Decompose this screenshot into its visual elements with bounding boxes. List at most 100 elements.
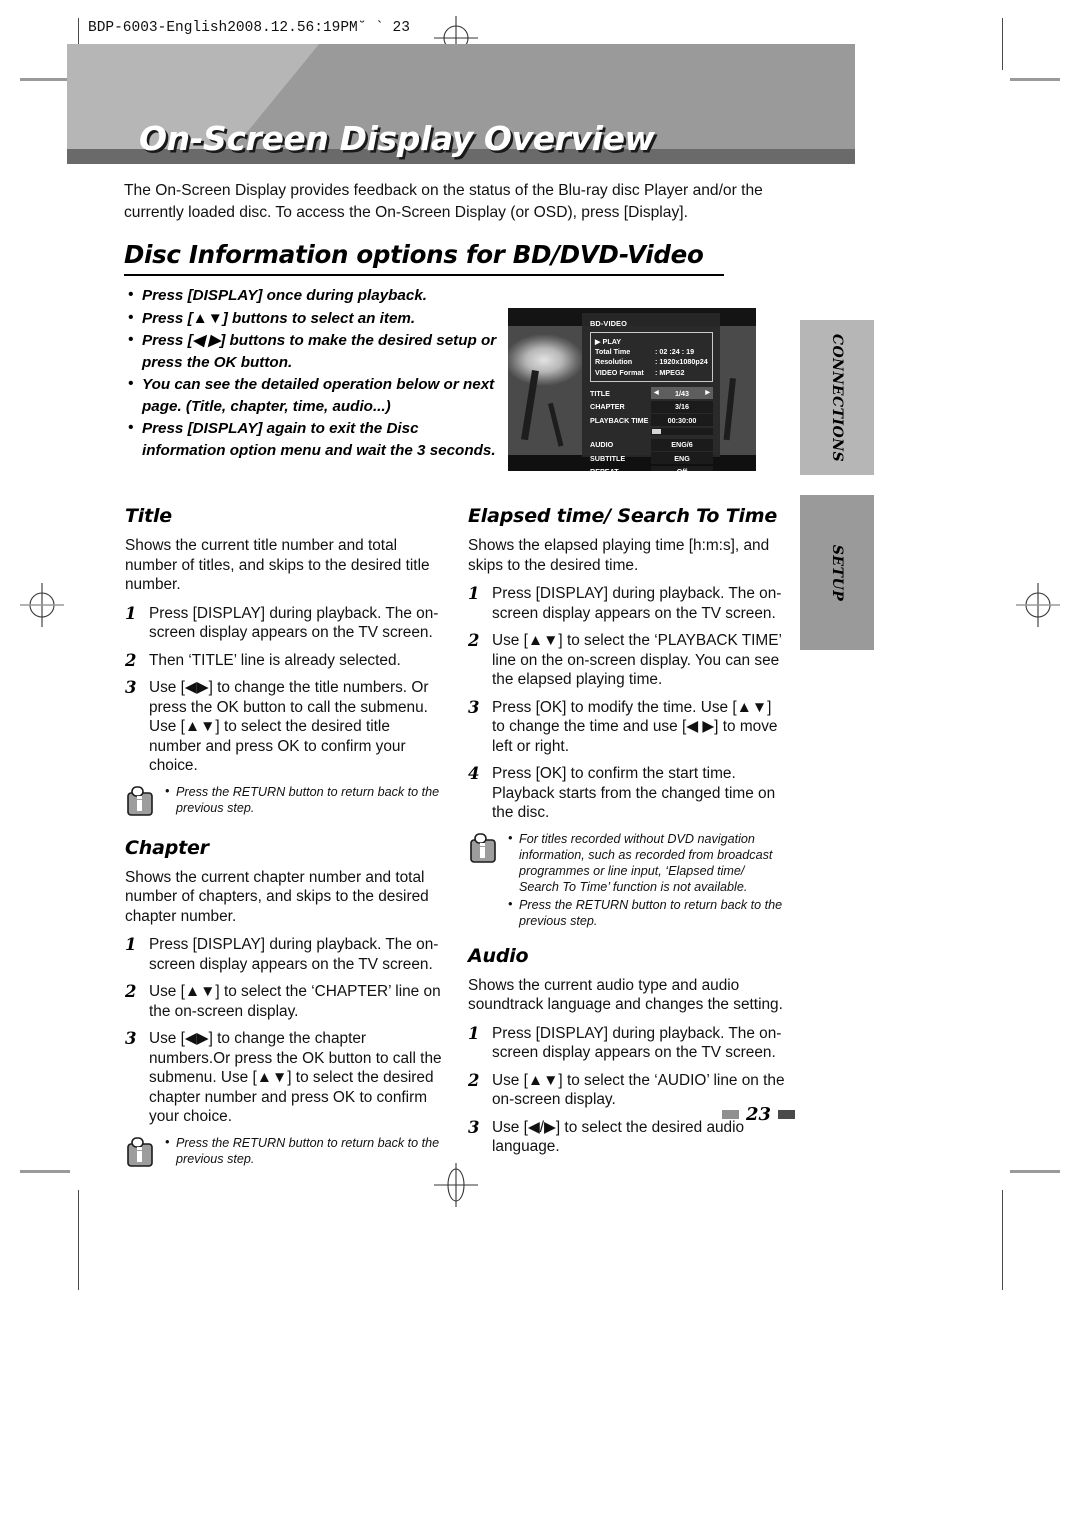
note-bullet: Press the RETURN button to return back t…: [508, 896, 786, 929]
title-section-description: Shows the current title number and total…: [125, 537, 430, 593]
step-number: 2: [125, 650, 137, 670]
title-section-heading: Title: [125, 505, 172, 527]
page-number: 23: [746, 1104, 772, 1125]
elapsed-section-steps: 1 Press [DISPLAY] during playback. The o…: [468, 584, 786, 823]
footer-square-right: [778, 1110, 796, 1119]
osd-row-label: SUBTITLE: [590, 453, 626, 463]
title-section-note: Press the RETURN button to return back t…: [125, 783, 443, 823]
osd-row-audio[interactable]: AUDIO ENG/6: [590, 438, 713, 451]
step-item: 1 Press [DISPLAY] during playback. The o…: [125, 935, 443, 974]
osd-screenshot-figure: BD-VIDEO ▶ PLAY Total Time : 02 :24 : 19…: [507, 307, 757, 472]
osd-play-status: ▶ PLAY: [595, 336, 622, 346]
osd-row-value-field[interactable]: ◀ 1/43 ▶: [651, 387, 713, 399]
arrow-right-icon[interactable]: ▶: [705, 388, 710, 399]
step-number: 4: [468, 764, 480, 783]
page-title: On-Screen Display Overview: [139, 119, 655, 158]
section-title: Disc Information options for BD/DVD-Vide…: [124, 240, 724, 276]
right-content-column: Elapsed time/ Search To Time Shows the e…: [468, 505, 786, 1165]
audio-section-steps: 1 Press [DISPLAY] during playback. The o…: [468, 1024, 786, 1157]
osd-info-box: ▶ PLAY Total Time : 02 :24 : 19 Resoluti…: [590, 332, 713, 382]
osd-progress-bar[interactable]: [651, 427, 713, 435]
osd-row-playback-time[interactable]: PLAYBACK TIME 00:30:00: [590, 414, 713, 426]
crop-mark-bottom-left-v: [78, 1190, 79, 1290]
osd-info-value: : 02 :24 : 19: [655, 346, 695, 356]
osd-row-value[interactable]: 00:30:00: [651, 414, 713, 426]
osd-row-label: TITLE: [590, 388, 610, 398]
osd-row-value[interactable]: ENG/6: [651, 438, 713, 451]
audio-section-heading: Audio: [468, 944, 529, 967]
crop-mark-top-left-h: [20, 78, 70, 81]
osd-row-label: PLAYBACK TIME: [590, 415, 649, 425]
step-number: 1: [468, 1023, 480, 1043]
step-number: 2: [468, 631, 480, 650]
osd-row-value[interactable]: ENG: [651, 452, 713, 464]
side-tab-connections: CONNECTIONS: [800, 320, 874, 475]
step-text: Press [OK] to confirm the start time. Pl…: [492, 765, 776, 821]
osd-row-repeat[interactable]: REPEAT Off: [590, 465, 713, 472]
page-footer: 23: [722, 1104, 796, 1125]
left-content-column: Title Shows the current title number and…: [125, 505, 443, 1188]
osd-progress-thumb[interactable]: [652, 428, 661, 434]
bullet-item: Press [DISPLAY] again to exit the Disc i…: [128, 417, 503, 461]
side-tab-label: CONNECTIONS: [829, 333, 846, 462]
osd-row-value[interactable]: Off: [651, 465, 713, 471]
note-bullet: Press the RETURN button to return back t…: [165, 783, 443, 816]
step-number: 1: [468, 584, 480, 603]
arrow-left-icon[interactable]: ◀: [654, 388, 659, 399]
osd-disc-type: BD-VIDEO: [590, 319, 627, 328]
osd-info-row: Total Time : 02 :24 : 19: [595, 347, 708, 358]
osd-row-chapter[interactable]: CHAPTER 3/16: [590, 400, 713, 413]
elapsed-section-heading: Elapsed time/ Search To Time: [468, 505, 778, 527]
registration-mark-left: [20, 583, 64, 627]
step-item: 1 Press [DISPLAY] during playback. The o…: [468, 584, 786, 623]
manual-page: On-Screen Display Overview BDP-6003-Engl…: [0, 0, 1080, 1528]
bullet-item: Press [▲▼] buttons to select an item.: [128, 307, 503, 330]
osd-row-subtitle[interactable]: SUBTITLE ENG: [590, 452, 713, 464]
osd-row-title[interactable]: TITLE ◀ 1/43 ▶: [590, 387, 713, 399]
bullet-item: Press [◀ ▶] buttons to make the desired …: [128, 329, 503, 373]
step-text: Press [OK] to modify the time. Use [▲▼] …: [492, 698, 778, 755]
bullet-item: You can see the detailed operation below…: [128, 373, 503, 417]
chapter-section-steps: 1 Press [DISPLAY] during playback. The o…: [125, 935, 443, 1127]
elapsed-section-description: Shows the elapsed playing time [h:m:s], …: [468, 537, 770, 574]
print-filestamp: BDP-6003-English2008.12.56:19PM˘ ` 23: [88, 20, 413, 38]
osd-info-row: Resolution : 1920x1080p24: [595, 357, 708, 368]
chapter-section-description: Shows the current chapter number and tot…: [125, 868, 429, 925]
step-item: 4 Press [OK] to confirm the start time. …: [468, 764, 786, 823]
side-tab-setup: SETUP: [800, 495, 874, 650]
step-item: 1 Press [DISPLAY] during playback. The o…: [125, 604, 443, 643]
step-item: 3 Use [◀▶] to change the chapter numbers…: [125, 1029, 443, 1127]
step-text: Use [◀▶] to change the title numbers. Or…: [149, 679, 429, 774]
step-item: 2 Use [▲▼] to select the ‘CHAPTER’ line …: [125, 982, 443, 1021]
crop-mark-top-right-h: [1010, 78, 1060, 81]
step-number: 3: [468, 697, 480, 717]
osd-row-label: AUDIO: [590, 440, 614, 449]
osd-row-label: REPEAT: [590, 467, 619, 472]
step-item: 2 Then ‘TITLE’ line is already selected.: [125, 651, 443, 671]
osd-info-key: Resolution: [595, 357, 633, 366]
bullet-item: Press [DISPLAY] once during playback.: [128, 284, 503, 307]
step-text: Use [◀▶] to change the chapter numbers.O…: [149, 1030, 442, 1125]
registration-mark-right: [1016, 583, 1060, 627]
crop-mark-bottom-right-h: [1010, 1170, 1060, 1173]
step-text: Press [DISPLAY] during playback. The on-…: [149, 604, 439, 642]
crop-mark-bottom-right-v: [1002, 1190, 1003, 1290]
osd-info-key: VIDEO Format: [595, 367, 644, 377]
section-bullet-list: Press [DISPLAY] once during playback. Pr…: [128, 284, 503, 462]
osd-row-value: 1/43: [675, 388, 689, 398]
step-number: 3: [125, 1029, 137, 1048]
osd-info-value: : 1920x1080p24: [655, 357, 708, 366]
title-section-steps: 1 Press [DISPLAY] during playback. The o…: [125, 604, 443, 776]
step-item: 3 Use [◀▶] to change the title numbers. …: [125, 678, 443, 776]
info-icon: [125, 784, 165, 823]
crop-mark-top-right-v: [1002, 18, 1003, 70]
elapsed-section-note: For titles recorded without DVD navigati…: [468, 830, 786, 931]
note-body: Press the RETURN button to return back t…: [165, 783, 443, 823]
note-body: Press the RETURN button to return back t…: [165, 1134, 443, 1174]
step-item: 2 Use [▲▼] to select the ‘PLAYBACK TIME’…: [468, 631, 786, 690]
note-bullet: Press the RETURN button to return back t…: [165, 1134, 443, 1167]
osd-info-key: Total Time: [595, 346, 631, 356]
chapter-section-heading: Chapter: [125, 836, 209, 859]
crop-mark-bottom-left-h: [20, 1170, 70, 1173]
osd-row-value[interactable]: 3/16: [651, 400, 713, 413]
